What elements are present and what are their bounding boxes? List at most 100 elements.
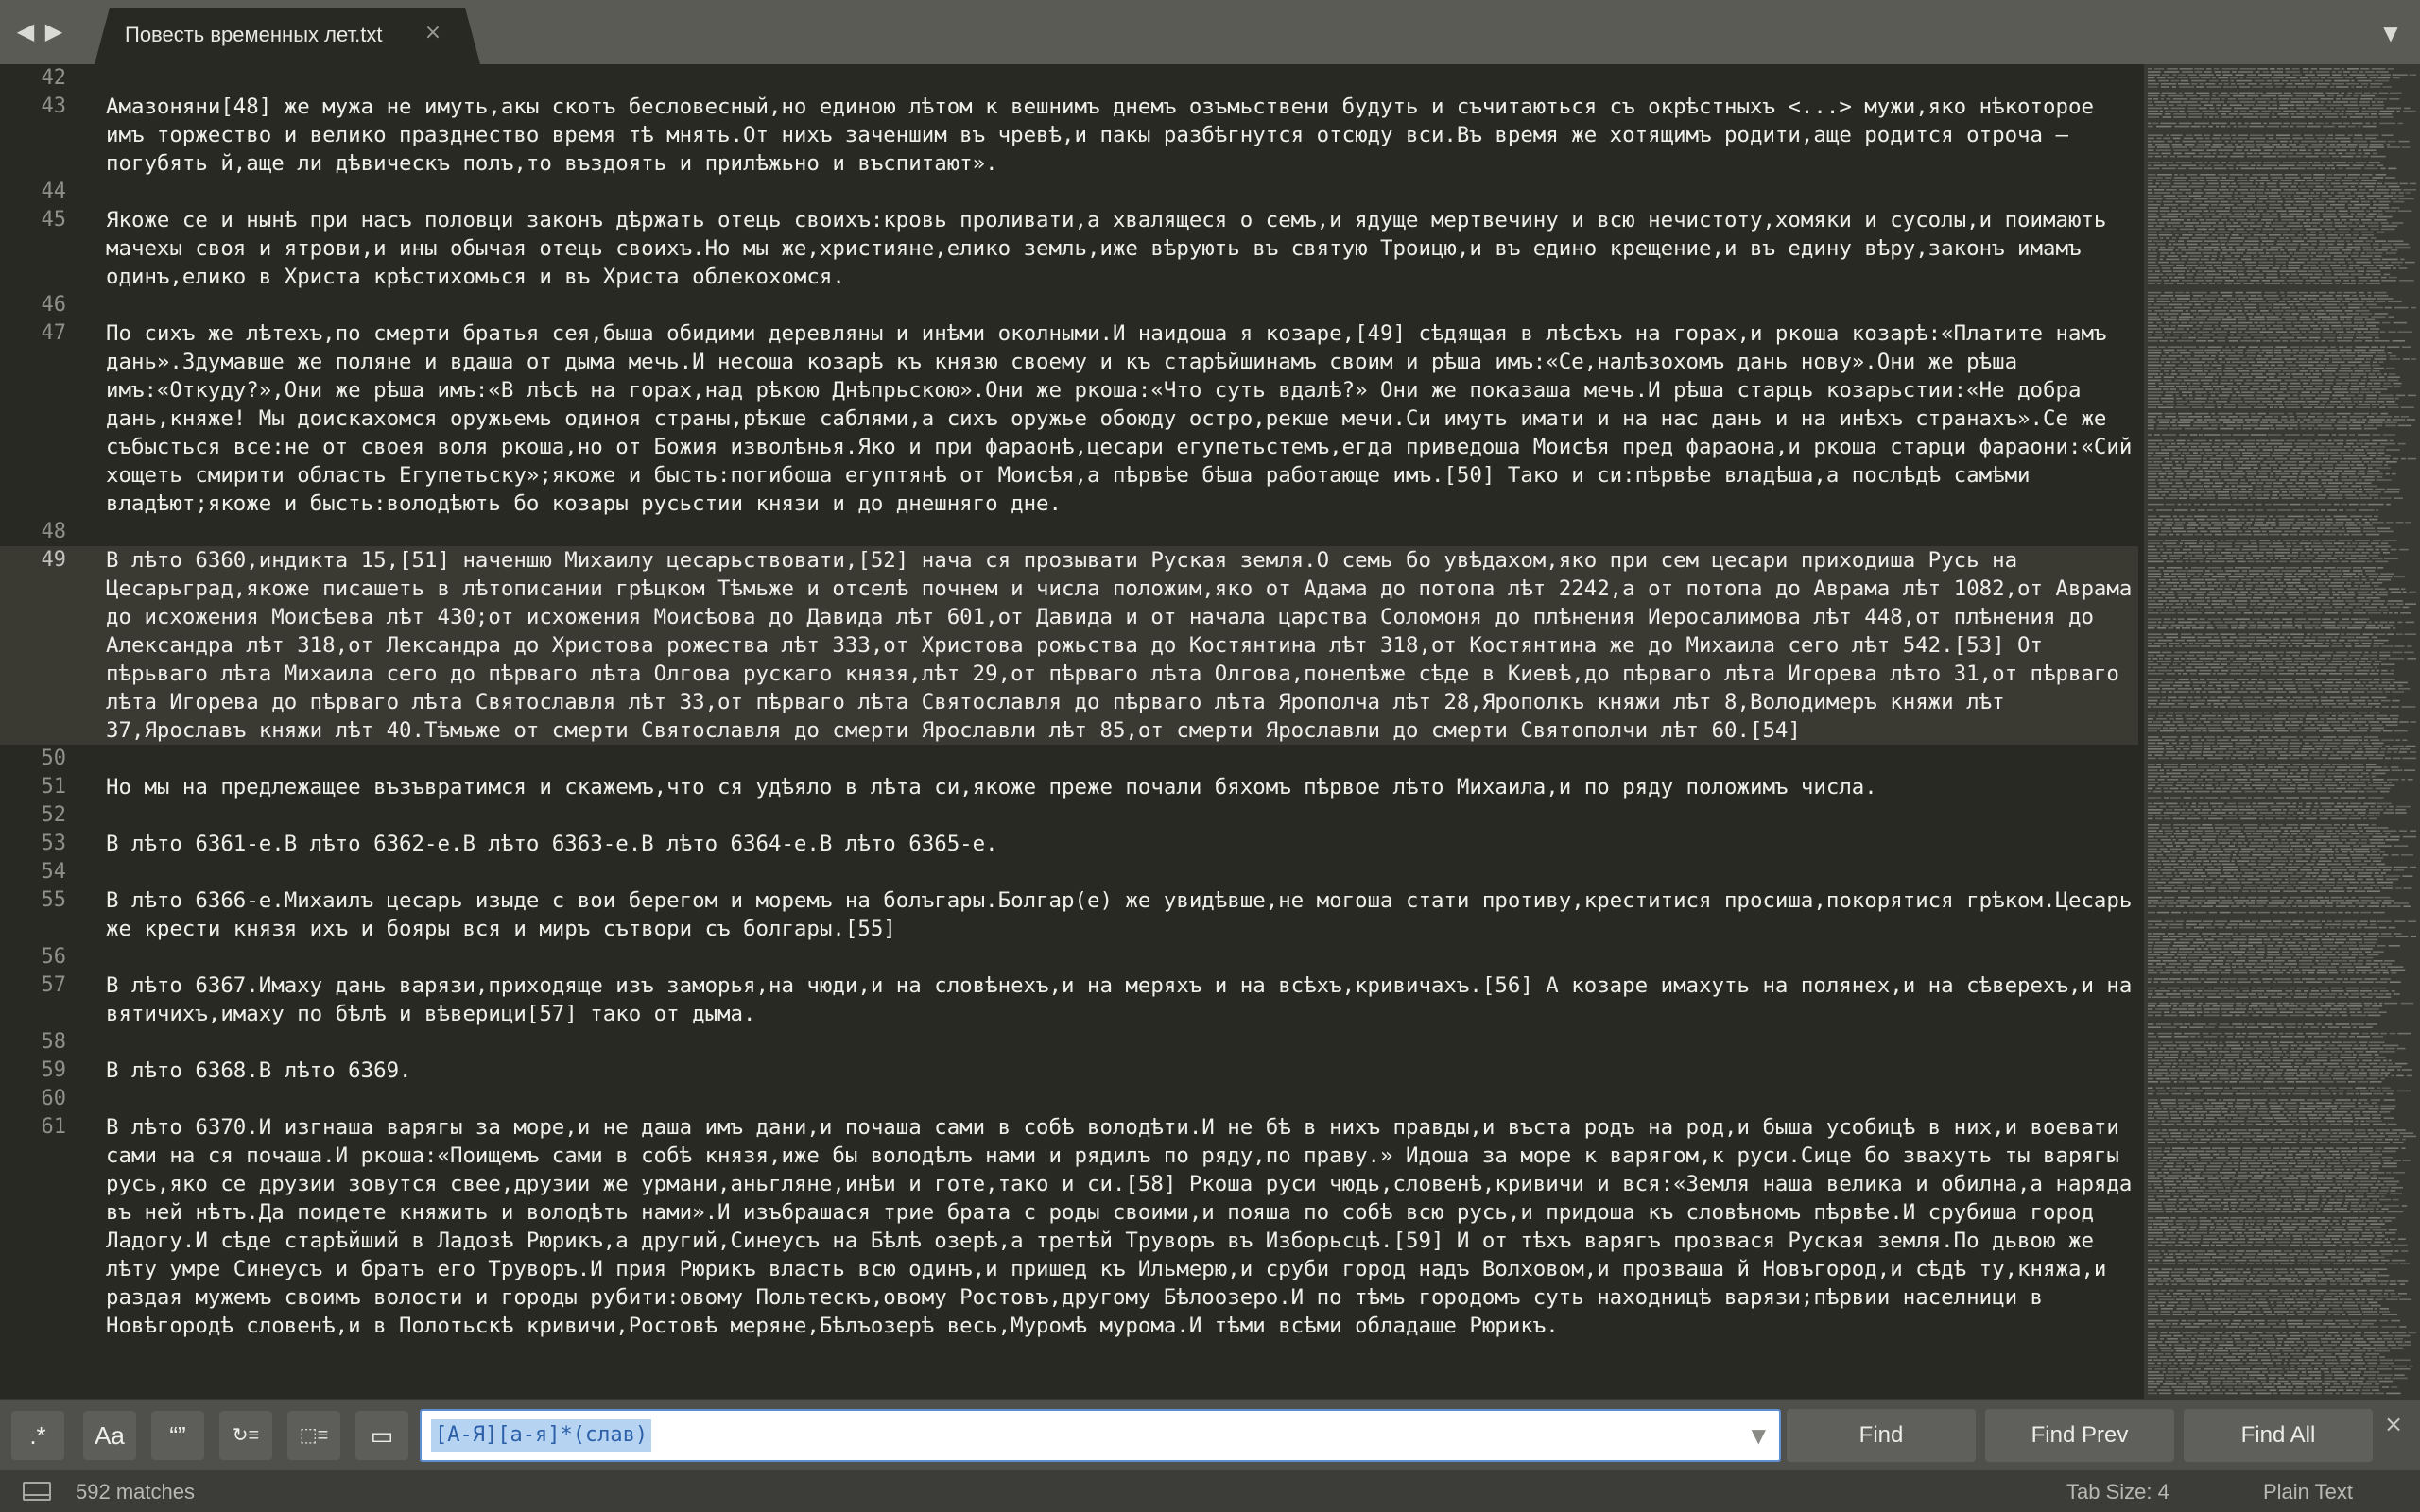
editor-line[interactable]: 49 В лѣто 6360,индикта 15,[51] наченшю Ми… <box>0 546 2138 745</box>
minimap-text-mark <box>2278 98 2290 100</box>
minimap-text-mark <box>2179 815 2189 816</box>
minimap-text-mark <box>2275 661 2284 662</box>
minimap-text-mark <box>2224 404 2236 405</box>
minimap-text-mark <box>2164 830 2173 832</box>
minimap-text-mark <box>2265 654 2277 657</box>
tab-file[interactable]: Повесть временных лет.txt × <box>95 8 480 64</box>
editor-line[interactable]: 45 Якоже се и нынѣ при насъ половци закон… <box>0 206 2138 291</box>
minimap-text-mark <box>2223 464 2234 466</box>
minimap-text-mark <box>2361 252 2365 254</box>
editor-line[interactable]: 50​ <box>0 745 2138 773</box>
minimap-text-mark <box>2173 827 2179 829</box>
minimap-text-mark <box>2180 373 2196 375</box>
minimap-text-mark <box>2295 835 2303 838</box>
minimap-text-mark <box>2166 222 2181 224</box>
editor-line[interactable]: 48​ <box>0 518 2138 546</box>
minimap-text-mark <box>2209 391 2220 393</box>
editor-line[interactable]: 52​ <box>0 801 2138 830</box>
minimap-text-mark <box>2165 373 2169 375</box>
editor-line[interactable]: 42​ <box>0 64 2138 93</box>
minimap-text-mark <box>2239 621 2246 624</box>
editor-line[interactable]: 60​ <box>0 1085 2138 1113</box>
minimap-text-mark <box>2238 515 2245 518</box>
minimap-text-mark <box>2170 219 2184 221</box>
minimap-text-mark <box>2286 406 2300 408</box>
minimap-text-mark <box>2153 455 2169 457</box>
minimap-text-mark <box>2319 654 2331 657</box>
minimap-text-mark <box>2170 624 2184 627</box>
minimap-text-mark <box>2273 349 2282 352</box>
editor-line[interactable]: 54​ <box>0 858 2138 886</box>
minimap-text-mark <box>2167 68 2178 70</box>
minimap-text-mark <box>2188 663 2204 665</box>
editor-line[interactable]: 53 В лѣто 6361-е.В лѣто 6362-е.В лѣто 636… <box>0 830 2138 858</box>
minimap-text-mark <box>2224 727 2234 730</box>
minimap-text-mark <box>2293 182 2298 185</box>
close-tab-icon[interactable]: × <box>420 20 446 46</box>
editor-line[interactable]: 58​ <box>0 1028 2138 1057</box>
editor-line[interactable]: 43 Амазоняни[48] же мужа не имуть,акы ско… <box>0 93 2138 178</box>
minimap-text-mark <box>2255 180 2270 181</box>
minimap-text-mark <box>2287 555 2298 557</box>
minimap-text-mark <box>2165 382 2180 385</box>
editor-line[interactable]: 44​ <box>0 178 2138 206</box>
minimap-text-mark <box>2162 624 2169 627</box>
minimap-text-mark <box>2221 107 2232 110</box>
minimap-text-mark <box>2222 736 2232 738</box>
minimap-text-mark <box>2271 497 2279 499</box>
minimap-text-mark <box>2358 394 2364 397</box>
minimap-text-mark <box>2373 261 2389 264</box>
minimap-text-mark <box>2148 68 2152 70</box>
minimap-text-mark <box>2157 424 2170 427</box>
minimap-text-mark <box>2192 382 2201 385</box>
minimap-text-mark <box>2215 784 2219 786</box>
minimap-text-mark <box>2252 555 2264 557</box>
minimap-text-mark <box>2157 784 2173 786</box>
minimap-text-mark <box>2236 558 2244 559</box>
minimap-text-mark <box>2299 815 2312 816</box>
minimap-text-mark <box>2378 207 2390 209</box>
editor-line[interactable]: 59 В лѣто 6368.В лѣто 6369. <box>0 1057 2138 1085</box>
minimap-text-mark <box>2258 472 2268 475</box>
minimap-text-mark <box>2177 195 2187 197</box>
minimap-text-mark <box>2337 591 2346 593</box>
minimap-text-mark <box>2380 222 2389 224</box>
editor-line[interactable]: 55 В лѣто 6366-е.Михаилъ цесарь изыде с в… <box>0 886 2138 943</box>
minimap-text-mark <box>2148 830 2157 832</box>
minimap-text-mark <box>2225 352 2236 354</box>
minimap-text-mark <box>2212 485 2223 488</box>
tab-back-icon[interactable]: ◀ <box>15 15 36 47</box>
minimap-text-mark <box>2199 718 2206 720</box>
minimap-text-mark <box>2347 144 2358 146</box>
minimap-text-mark <box>2332 74 2342 76</box>
minimap-text-mark <box>2243 730 2258 732</box>
minimap-text-mark <box>2220 291 2233 294</box>
minimap-text-mark <box>2291 68 2300 70</box>
minimap-text-mark <box>2186 721 2193 723</box>
minimap[interactable] <box>2144 64 2420 1399</box>
editor-line[interactable]: 46​ <box>0 291 2138 319</box>
minimap-text-mark <box>2331 83 2344 85</box>
editor-line[interactable]: 61 В лѣто 6370.И изгнаша варягы за море,и… <box>0 1113 2138 1340</box>
minimap-text-mark <box>2361 200 2371 203</box>
minimap-text-mark <box>2226 225 2241 227</box>
editor-line[interactable]: 56​ <box>0 943 2138 971</box>
editor-line[interactable]: 47 По сихъ же лѣтехъ,по смерти братья сея… <box>0 319 2138 518</box>
minimap-text-mark <box>2339 509 2343 511</box>
minimap-text-mark <box>2388 331 2396 333</box>
minimap-text-mark <box>2310 231 2316 233</box>
minimap-text-mark <box>2262 419 2278 421</box>
tab-forward-icon[interactable]: ▶ <box>43 15 64 47</box>
editor-line[interactable]: 57 В лѣто 6367.Имаху дань варязи,приходящ… <box>0 971 2138 1028</box>
minimap-text-mark <box>2286 775 2301 778</box>
minimap-text-mark <box>2277 669 2284 672</box>
editor-line[interactable]: 51 Но мы на предлежащее възъвратимся и ск… <box>0 773 2138 801</box>
minimap-text-mark <box>2148 164 2152 166</box>
minimap-text-mark <box>2313 461 2324 463</box>
minimap-text-mark <box>2360 198 2365 200</box>
minimap-text-mark <box>2371 591 2377 593</box>
tab-list-menu-icon[interactable]: ▼ <box>2377 19 2405 47</box>
minimap-text-mark <box>2324 270 2331 272</box>
minimap-text-mark <box>2320 817 2328 820</box>
text-editor[interactable]: 42​43Амазоняни[48] же мужа не имуть,акы … <box>0 64 2138 1399</box>
